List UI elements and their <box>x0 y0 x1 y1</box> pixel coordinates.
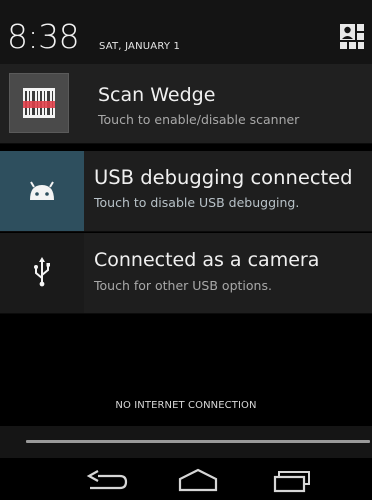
network-status-text: NO INTERNET CONNECTION <box>115 400 257 411</box>
notification-title: USB debugging connected <box>94 166 353 189</box>
notification-subtitle: Touch for other USB options. <box>94 278 272 293</box>
notification-scan-wedge[interactable]: Scan Wedge Touch to enable/disable scann… <box>0 64 372 144</box>
back-icon[interactable] <box>76 466 136 496</box>
usb-icon <box>0 233 84 313</box>
notification-subtitle: Touch to enable/disable scanner <box>98 112 300 127</box>
drag-handle[interactable] <box>26 440 370 443</box>
clock-time: 8:38 <box>7 17 80 56</box>
date-label: SAT, JANUARY 1 <box>99 41 181 52</box>
notification-title: Connected as a camera <box>94 249 320 271</box>
navigation-bar <box>0 460 372 499</box>
notification-title: Scan Wedge <box>98 84 216 106</box>
notification-usb-debugging[interactable]: USB debugging connected Touch to disable… <box>0 151 372 232</box>
notification-subtitle: Touch to disable USB debugging. <box>94 195 300 210</box>
shade-drag-handle-area[interactable] <box>0 426 372 458</box>
barcode-icon <box>9 73 69 133</box>
home-icon[interactable] <box>168 466 228 496</box>
android-icon <box>0 151 84 231</box>
quick-settings-icon[interactable] <box>339 22 365 52</box>
notification-usb-camera[interactable]: Connected as a camera Touch for other US… <box>0 233 372 314</box>
recent-apps-icon[interactable] <box>263 466 323 496</box>
